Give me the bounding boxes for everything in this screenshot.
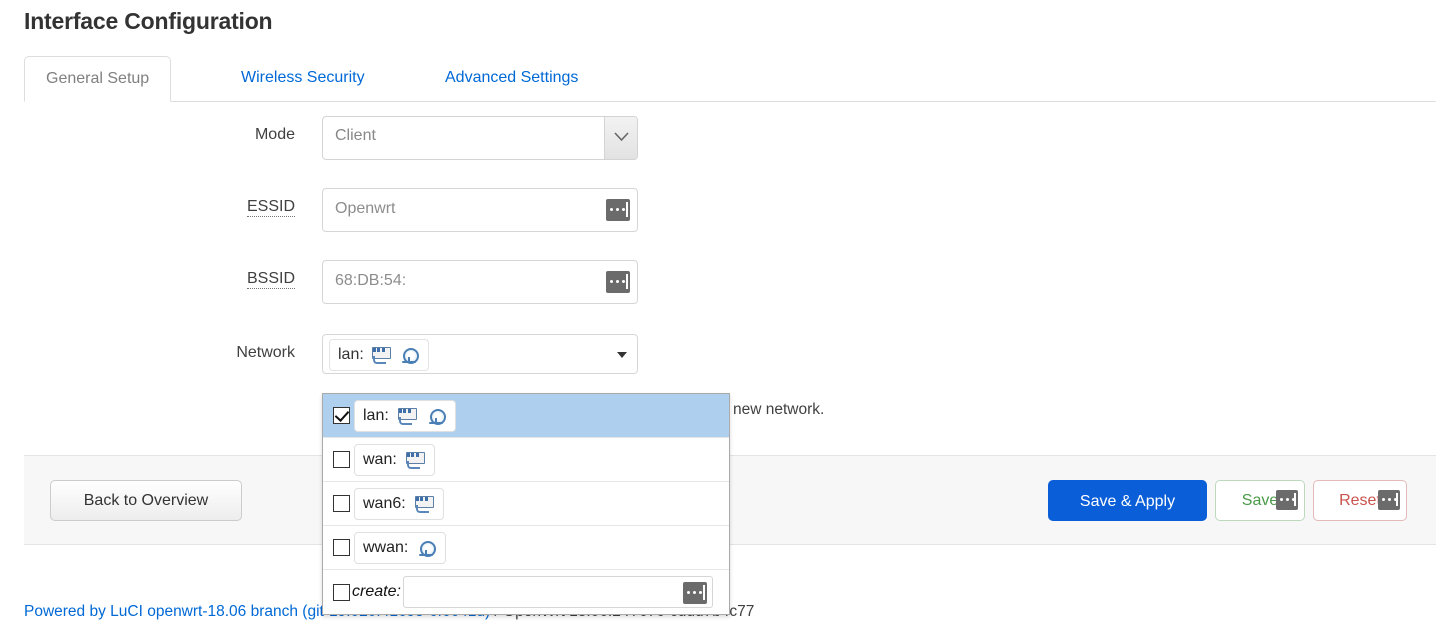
dots-icon[interactable] xyxy=(683,582,707,604)
save-button[interactable]: Save xyxy=(1215,480,1305,521)
form-area: Mode Client ESSID Openwrt xyxy=(0,108,1444,396)
dropdown-label-lan: lan: xyxy=(363,407,389,425)
network-selected-chip: lan: xyxy=(329,339,429,371)
save-button-label: Save xyxy=(1242,492,1278,509)
essid-label: ESSID xyxy=(0,198,295,216)
dropdown-item-wan6[interactable]: wan6: xyxy=(323,482,729,526)
back-to-overview-button[interactable]: Back to Overview xyxy=(50,480,242,521)
mode-label: Mode xyxy=(0,126,295,144)
essid-field: Openwrt xyxy=(322,188,638,232)
network-dropdown-list[interactable]: lan: wan: wan6: xyxy=(322,393,730,615)
tab-bar: General Setup Wireless Security Advanced… xyxy=(24,56,1436,102)
network-label: Network xyxy=(0,344,295,362)
ethernet-icon xyxy=(396,407,418,425)
bssid-input[interactable]: 68:DB:54: xyxy=(322,260,638,304)
caret-down-icon[interactable] xyxy=(617,352,627,358)
dropdown-chip-lan: lan: xyxy=(354,400,456,432)
checkbox-create[interactable] xyxy=(333,584,350,601)
dropdown-item-lan[interactable]: lan: xyxy=(323,394,729,438)
essid-label-text: ESSID xyxy=(247,198,295,217)
mode-select[interactable]: Client xyxy=(322,116,638,160)
form-row-network: Network lan: xyxy=(0,324,1444,396)
ethernet-icon xyxy=(370,346,392,364)
dropdown-label-wwan: wwan: xyxy=(363,539,408,557)
dots-icon xyxy=(1276,490,1298,510)
network-selected-label: lan: xyxy=(338,346,364,364)
dropdown-label-wan6: wan6: xyxy=(363,495,406,513)
bssid-label: BSSID xyxy=(0,270,295,288)
essid-input[interactable]: Openwrt xyxy=(322,188,638,232)
bssid-field: 68:DB:54: xyxy=(322,260,638,304)
tab-general-setup[interactable]: General Setup xyxy=(24,56,171,102)
dropdown-label-wan: wan: xyxy=(363,451,397,469)
essid-value: Openwrt xyxy=(335,200,395,218)
dots-icon[interactable] xyxy=(606,271,630,293)
network-field: lan: xyxy=(322,334,638,374)
page-title: Interface Configuration xyxy=(24,8,272,35)
checkbox-wan6[interactable] xyxy=(333,495,350,512)
dots-icon xyxy=(1378,490,1400,510)
dropdown-item-wwan[interactable]: wwan: xyxy=(323,526,729,570)
dropdown-item-wan[interactable]: wan: xyxy=(323,438,729,482)
network-select[interactable]: lan: xyxy=(322,334,638,374)
mode-value: Client xyxy=(335,127,376,145)
dots-icon[interactable] xyxy=(606,199,630,221)
luci-interface-configuration-page: Interface Configuration General Setup Wi… xyxy=(0,0,1444,628)
create-label: create: xyxy=(352,583,401,601)
wifi-icon xyxy=(415,539,437,557)
reset-button-label: Reset xyxy=(1339,492,1381,509)
tab-wireless-security[interactable]: Wireless Security xyxy=(220,56,386,102)
mode-field: Client xyxy=(322,116,638,160)
chevron-down-icon[interactable] xyxy=(604,117,637,159)
checkbox-wan[interactable] xyxy=(333,451,350,468)
save-apply-button[interactable]: Save & Apply xyxy=(1048,480,1207,521)
checkbox-lan[interactable] xyxy=(333,407,350,424)
dropdown-chip-wan6: wan6: xyxy=(354,488,444,520)
bssid-label-text: BSSID xyxy=(247,270,295,289)
chevron-down-glyph xyxy=(613,131,630,143)
ethernet-icon xyxy=(413,495,435,513)
form-row-essid: ESSID Openwrt xyxy=(0,180,1444,252)
ethernet-icon xyxy=(404,451,426,469)
form-row-mode: Mode Client xyxy=(0,108,1444,180)
form-row-bssid: BSSID 68:DB:54: xyxy=(0,252,1444,324)
tab-advanced-settings[interactable]: Advanced Settings xyxy=(424,56,599,102)
dropdown-item-create[interactable]: create: xyxy=(323,570,729,614)
create-network-input[interactable] xyxy=(403,576,713,608)
dropdown-chip-wan: wan: xyxy=(354,444,435,476)
action-bar: Back to Overview Save & Apply Save Reset xyxy=(24,455,1436,545)
wifi-icon xyxy=(398,346,420,364)
wifi-icon xyxy=(425,407,447,425)
dropdown-chip-wwan: wwan: xyxy=(354,532,446,564)
bssid-value: 68:DB:54: xyxy=(335,272,406,290)
checkbox-wwan[interactable] xyxy=(333,539,350,556)
reset-button[interactable]: Reset xyxy=(1313,480,1407,521)
